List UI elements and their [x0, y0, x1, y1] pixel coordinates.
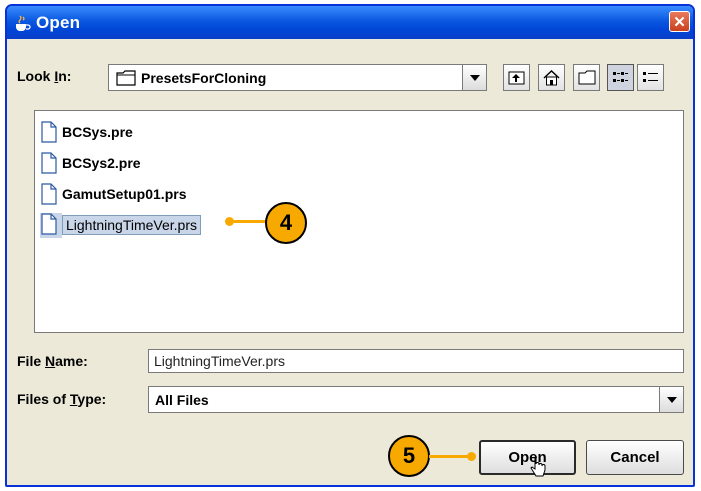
java-cup-icon [16, 15, 31, 31]
details-view-icon [643, 72, 658, 82]
file-icon [41, 152, 57, 174]
chevron-down-icon [666, 396, 677, 403]
file-type-value: All Files [155, 391, 209, 408]
home-button[interactable] [538, 64, 565, 91]
close-icon: ✕ [673, 13, 686, 31]
mouse-pointer-icon [530, 457, 546, 477]
callout-step-4: 4 [265, 202, 307, 244]
look-in-label: Look In: [17, 68, 72, 84]
chevron-down-icon [469, 74, 480, 81]
callout-5-dot [467, 452, 476, 461]
callout-4-line [232, 220, 268, 223]
file-name: BCSys2.pre [62, 155, 141, 171]
file-name: LightningTimeVer.prs [62, 215, 201, 235]
open-dialog: Open ✕ Look In: PresetsForCloning BCSys.… [5, 4, 695, 487]
file-list[interactable]: BCSys.pre BCSys2.pre GamutSetup01.prs Li… [34, 110, 684, 333]
home-icon [543, 69, 560, 85]
callout-step-5: 5 [388, 435, 430, 477]
folder-icon [116, 69, 136, 86]
file-item-selected[interactable]: LightningTimeVer.prs [40, 212, 201, 238]
file-name-input[interactable]: LightningTimeVer.prs [148, 349, 684, 373]
file-type-label: Files of Type: [17, 391, 107, 407]
window-title: Open [36, 12, 81, 32]
look-in-dropdown-button[interactable] [462, 65, 486, 90]
file-name: GamutSetup01.prs [62, 186, 187, 202]
file-type-combo[interactable]: All Files [148, 386, 684, 413]
up-one-level-icon [508, 71, 525, 85]
file-icon [41, 183, 57, 205]
list-view-icon [613, 72, 628, 82]
file-item[interactable]: GamutSetup01.prs [40, 181, 186, 207]
file-item[interactable]: BCSys.pre [40, 119, 133, 145]
cancel-button[interactable]: Cancel [586, 440, 684, 475]
open-button[interactable]: Open [479, 440, 576, 475]
look-in-value: PresetsForCloning [141, 69, 267, 86]
file-name-label: File Name: [17, 353, 88, 369]
file-icon [41, 212, 57, 235]
details-view-button[interactable] [637, 64, 664, 91]
list-view-button[interactable] [607, 64, 634, 91]
new-folder-button[interactable] [573, 64, 600, 91]
look-in-combo[interactable]: PresetsForCloning [108, 64, 487, 91]
file-item[interactable]: BCSys2.pre [40, 150, 141, 176]
new-folder-icon [578, 70, 595, 85]
title-bar[interactable]: Open ✕ [7, 6, 693, 39]
up-one-level-button[interactable] [503, 64, 530, 91]
close-button[interactable]: ✕ [669, 11, 690, 32]
file-icon [41, 121, 57, 143]
file-type-dropdown-button[interactable] [659, 387, 683, 412]
callout-5-line [429, 455, 469, 458]
file-name: BCSys.pre [62, 124, 133, 140]
file-icon-highlight [40, 212, 62, 238]
